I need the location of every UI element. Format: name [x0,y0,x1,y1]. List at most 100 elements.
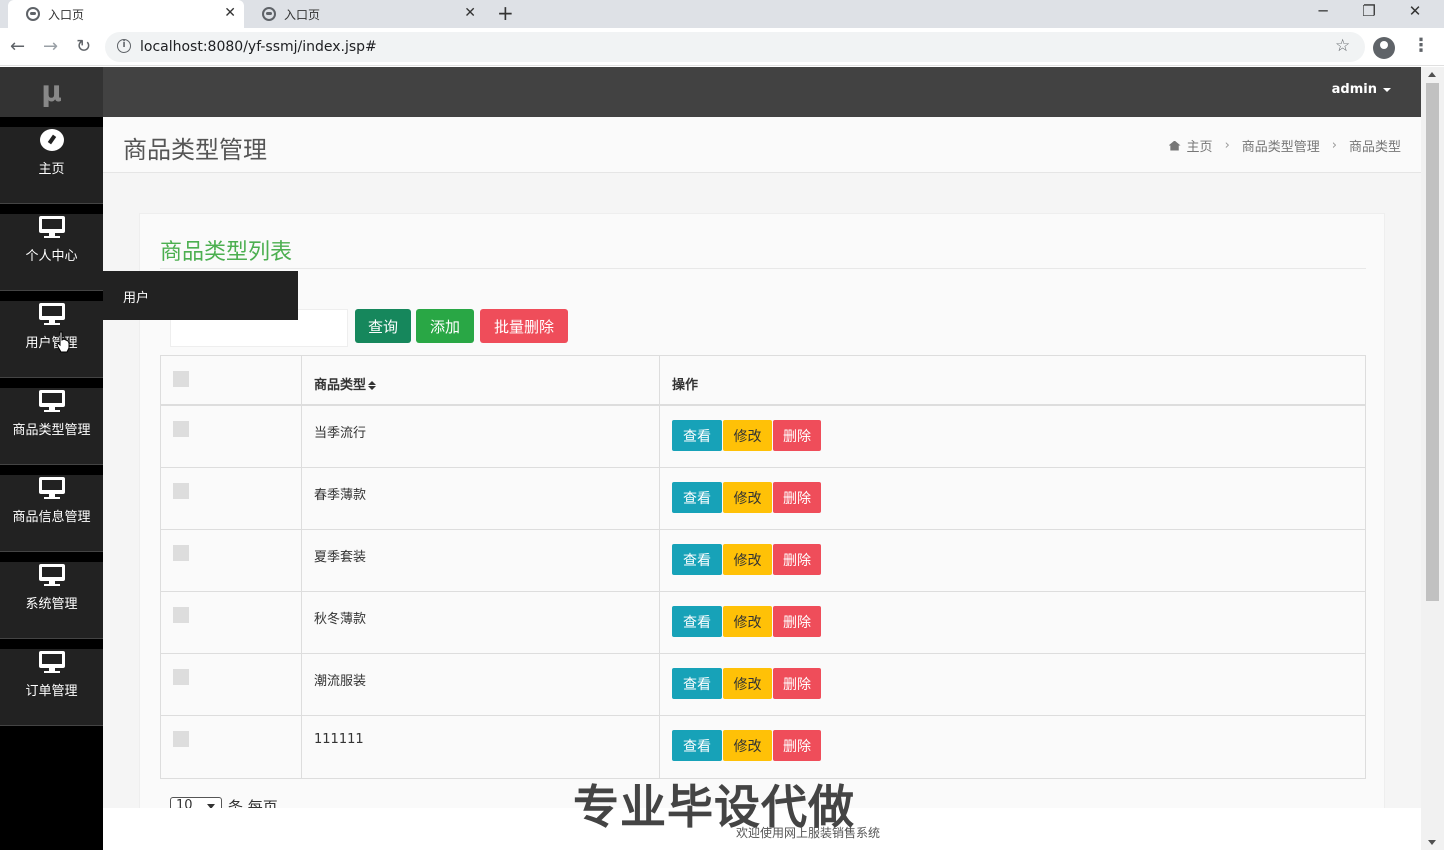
type-name: 夏季套装 [314,550,367,565]
delete-button[interactable]: 删除 [773,606,821,637]
account-icon[interactable] [1373,37,1395,59]
edit-button[interactable]: 修改 [723,544,772,575]
column-header-type[interactable]: 商品类型 [314,374,377,393]
url-field[interactable]: i localhost:8080/yf-ssmj/index.jsp# [105,32,1365,62]
globe-icon [262,7,276,21]
view-button[interactable]: 查看 [672,482,722,513]
view-button[interactable]: 查看 [672,544,722,575]
submenu-item-label: 用户 [123,291,150,306]
close-icon[interactable]: ✕ [224,5,236,21]
sort-icon[interactable] [368,381,377,390]
type-name: 秋冬薄款 [314,612,367,627]
breadcrumb-home[interactable]: 主页 [1187,136,1213,155]
browser-tab-active[interactable]: 入口页 ✕ [8,0,244,28]
sidebar-item-orders[interactable]: 订单管理 [0,649,103,726]
select-all-checkbox[interactable] [173,371,189,387]
table-header: 商品类型 操作 [161,356,1365,406]
row-checkbox[interactable] [173,731,189,747]
type-name: 春季薄款 [314,488,367,503]
table-row: 当季流行 查看 修改 删除 [161,406,1365,468]
restore-icon[interactable]: ❐ [1359,2,1379,20]
edit-button[interactable]: 修改 [723,730,772,761]
hand-cursor-icon [56,331,70,353]
view-button[interactable]: 查看 [672,606,722,637]
type-name: 潮流服装 [314,674,367,689]
monitor-icon [38,475,66,501]
sidebar-item-users[interactable]: 用户管理 [0,301,103,378]
user-menu[interactable]: admin [1332,82,1391,97]
edit-button[interactable]: 修改 [723,420,772,451]
table-row: 秋冬薄款 查看 修改 删除 [161,592,1365,654]
sidebar-item-label: 订单管理 [25,684,78,699]
url-text[interactable]: localhost:8080/yf-ssmj/index.jsp# [140,39,377,55]
delete-button[interactable]: 删除 [773,482,821,513]
logo: μ [0,67,103,117]
row-checkbox[interactable] [173,421,189,437]
window-close-icon[interactable]: ✕ [1405,2,1425,20]
breadcrumb: 主页 › 商品类型管理 › 商品类型 [1168,136,1401,155]
breadcrumb-section[interactable]: 商品类型管理 [1242,136,1320,155]
delete-button[interactable]: 删除 [773,544,821,575]
edit-button[interactable]: 修改 [723,606,772,637]
view-button[interactable]: 查看 [672,420,722,451]
delete-button[interactable]: 删除 [773,730,821,761]
globe-icon [26,7,40,21]
sidebar-item-product-info[interactable]: 商品信息管理 [0,475,103,552]
welcome-subtitle: 欢迎使用网上服装销售系统 [736,826,881,840]
type-name: 111111 [314,732,364,747]
monitor-icon [38,649,66,675]
breadcrumb-current: 商品类型 [1348,140,1401,155]
sidebar-item-label: 商品类型管理 [12,423,91,438]
close-icon[interactable]: ✕ [464,5,476,21]
edit-button[interactable]: 修改 [723,482,772,513]
add-button[interactable]: 添加 [416,309,474,343]
scroll-down-icon[interactable] [1428,840,1436,845]
page-title: 商品类型管理 [123,136,267,164]
scroll-up-icon[interactable] [1428,72,1436,77]
sidebar-item-home[interactable]: 主页 [0,127,103,204]
back-icon[interactable]: ← [10,36,25,57]
tab-title: 入口页 [284,7,321,22]
delete-button[interactable]: 删除 [773,668,821,699]
type-name: 当季流行 [314,426,367,441]
browser-tab-bar: 入口页 ✕ 入口页 ✕ + ─ ❐ ✕ [0,0,1444,28]
row-checkbox[interactable] [173,545,189,561]
query-button[interactable]: 查询 [355,309,411,343]
user-name[interactable]: admin [1332,82,1377,97]
list-card: 商品类型列表 查询 添加 批量删除 商品类型 操作 当季流行 查看 修改 删除 [139,213,1385,817]
chevron-right-icon: › [1331,138,1337,153]
scrollbar-thumb[interactable] [1426,83,1439,601]
row-checkbox[interactable] [173,607,189,623]
menu-kebab-icon[interactable]: ⋮ [1412,35,1430,56]
divider [160,268,1366,269]
submenu-item-users[interactable]: 用户 [103,271,298,320]
row-checkbox[interactable] [173,669,189,685]
delete-button[interactable]: 删除 [773,420,821,451]
card-title: 商品类型列表 [160,240,293,265]
sidebar-item-label: 系统管理 [25,597,78,612]
forward-icon[interactable]: → [43,36,58,57]
caret-down-icon[interactable] [1383,87,1391,92]
sidebar-item-label: 个人中心 [25,249,78,264]
batch-delete-button[interactable]: 批量删除 [480,309,568,343]
info-icon[interactable]: i [117,39,131,53]
sidebar-item-product-types[interactable]: 商品类型管理 [0,388,103,465]
reload-icon[interactable]: ↻ [76,36,91,57]
edit-button[interactable]: 修改 [723,668,772,699]
view-button[interactable]: 查看 [672,668,722,699]
monitor-icon [38,301,66,327]
bookmark-star-icon[interactable]: ☆ [1335,36,1350,56]
tab-title: 入口页 [48,7,85,22]
sidebar-item-system[interactable]: 系统管理 [0,562,103,639]
table-row: 潮流服装 查看 修改 删除 [161,654,1365,716]
monitor-icon [38,388,66,414]
sidebar: μ 主页 个人中心 用户管理 商品类型管理 商品信息管理 系统管理 订单管理 [0,67,103,850]
top-navbar: admin [103,67,1421,117]
view-button[interactable]: 查看 [672,730,722,761]
sidebar-item-profile[interactable]: 个人中心 [0,214,103,291]
minimize-icon[interactable]: ─ [1313,2,1333,20]
new-tab-icon[interactable]: + [497,1,514,25]
vertical-scrollbar[interactable] [1421,67,1444,850]
browser-tab[interactable]: 入口页 ✕ [244,0,484,28]
row-checkbox[interactable] [173,483,189,499]
